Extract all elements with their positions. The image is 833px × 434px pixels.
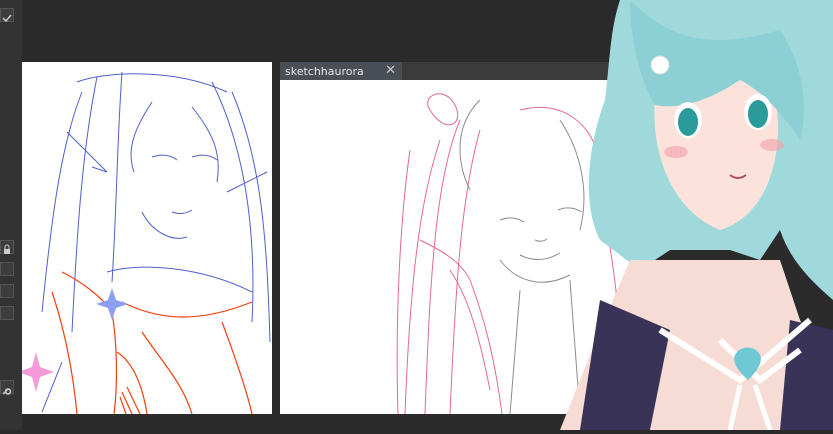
- check-icon[interactable]: [0, 8, 14, 23]
- tab-label: sketchhaurora: [285, 64, 364, 78]
- layer-tool-button[interactable]: [0, 306, 14, 320]
- sketch-canvas-left[interactable]: [22, 62, 272, 414]
- lock-icon[interactable]: [0, 240, 14, 254]
- sparkle-icon: [22, 352, 54, 392]
- vtuber-avatar: [560, 0, 833, 431]
- wrench-icon[interactable]: [0, 380, 14, 395]
- layer-tool-button[interactable]: [0, 284, 14, 298]
- tab-sketchhaurora[interactable]: sketchhaurora ✕: [280, 62, 402, 80]
- elf-sketch: [22, 71, 271, 414]
- close-icon[interactable]: ✕: [385, 64, 396, 77]
- layer-tool-button[interactable]: [0, 262, 14, 276]
- sparkle-icon: [96, 288, 128, 320]
- left-toolbar: [0, 0, 23, 430]
